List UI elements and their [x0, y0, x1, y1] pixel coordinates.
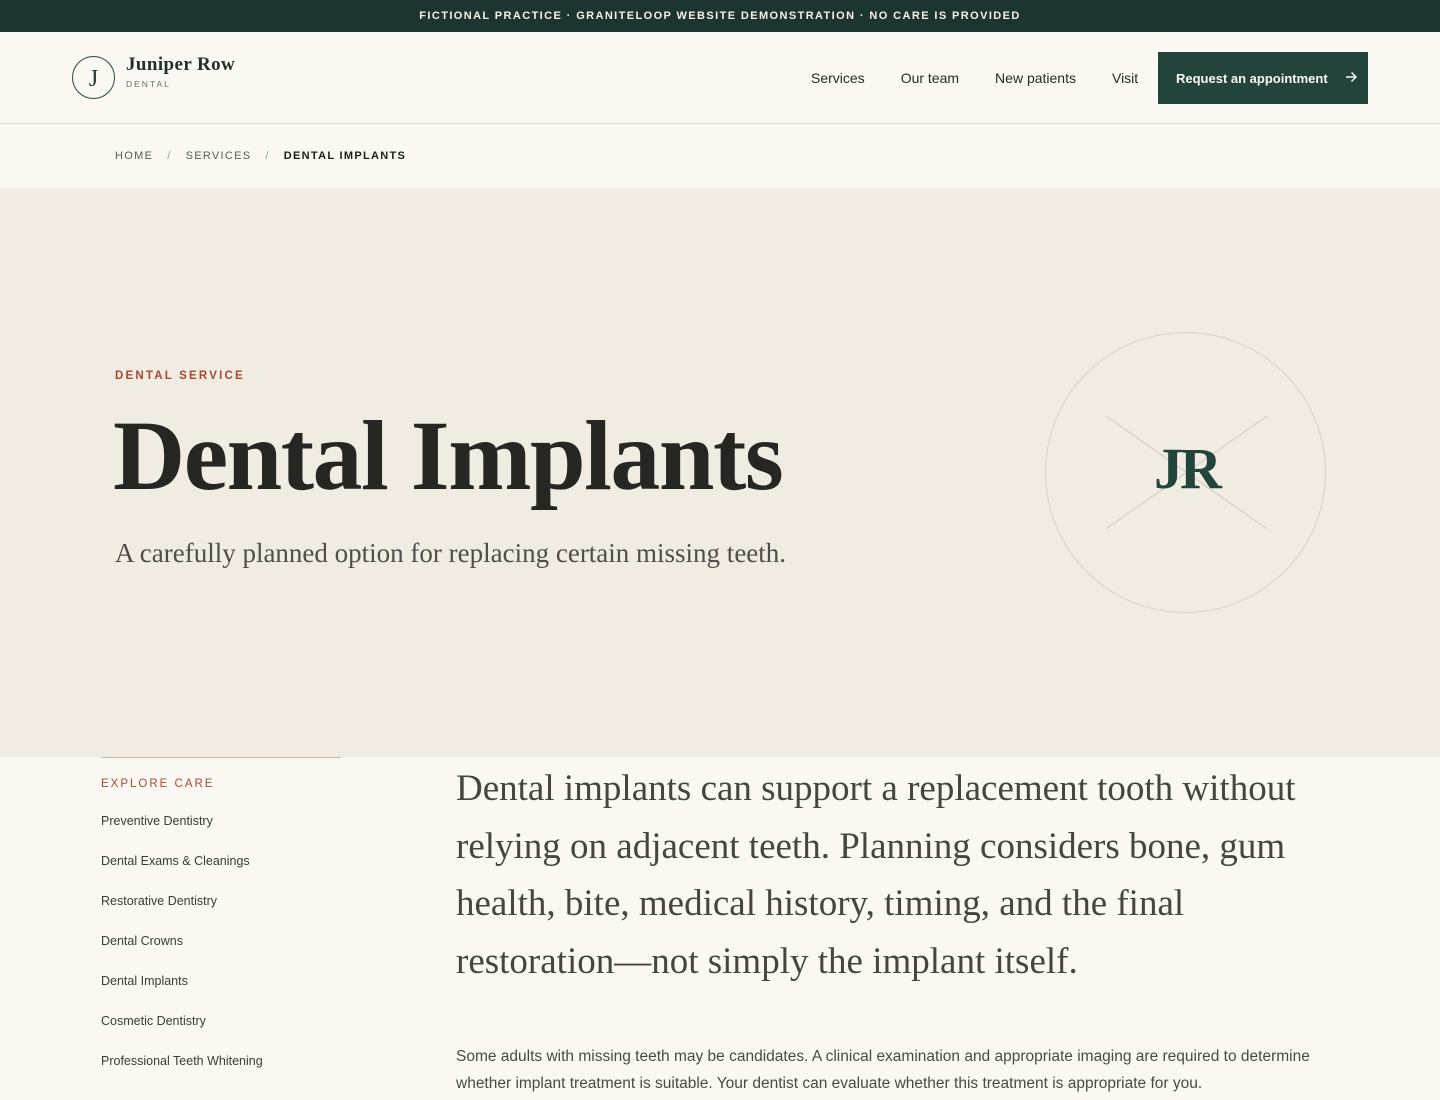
disclaimer-banner: FICTIONAL PRACTICE · GRANITELOOP WEBSITE…: [0, 0, 1440, 32]
breadcrumb: HOME / SERVICES / DENTAL IMPLANTS: [0, 124, 1440, 189]
page-title: Dental Implants: [113, 400, 784, 511]
breadcrumb-separator: /: [265, 150, 270, 162]
main-nav: Services Our team New patients Visit: [793, 70, 1156, 86]
nav-link-services[interactable]: Services: [811, 70, 865, 86]
lead-paragraph: Dental implants can support a replacemen…: [456, 768, 1296, 982]
sidebar-item-teeth-whitening[interactable]: Professional Teeth Whitening: [101, 1050, 341, 1090]
logo-subtitle: DENTAL: [126, 79, 171, 89]
badge-monogram: JR: [1154, 436, 1222, 501]
request-appointment-label: Request an appointment: [1176, 70, 1328, 86]
request-appointment-button[interactable]: Request an appointment: [1158, 52, 1368, 104]
breadcrumb-current: DENTAL IMPLANTS: [283, 150, 407, 162]
body-paragraph: Some adults with missing teeth may be ca…: [456, 1048, 1310, 1092]
logo-text: Juniper Row DENTAL: [126, 54, 235, 89]
monogram-badge: JR: [1045, 332, 1326, 613]
site-header: J Juniper Row DENTAL Services Our team N…: [0, 32, 1440, 124]
sidebar-item-cosmetic-dentistry[interactable]: Cosmetic Dentistry: [101, 1010, 341, 1050]
sidebar-item-dental-crowns[interactable]: Dental Crowns: [101, 930, 341, 970]
hero-section: DENTAL SERVICE Dental Implants A careful…: [0, 189, 1440, 757]
hero-subtitle: A carefully planned option for replacing…: [115, 538, 787, 568]
explore-care-sidebar: EXPLORE CARE Preventive Dentistry Dental…: [101, 757, 341, 1090]
sidebar-heading: EXPLORE CARE: [101, 778, 215, 790]
logo-mark: J: [72, 56, 115, 99]
sidebar-item-dental-implants[interactable]: Dental Implants: [101, 970, 341, 1010]
disclaimer-text: FICTIONAL PRACTICE · GRANITELOOP WEBSITE…: [419, 10, 1021, 22]
hero-eyebrow: DENTAL SERVICE: [115, 370, 245, 382]
sidebar-item-preventive-dentistry[interactable]: Preventive Dentistry: [101, 810, 341, 850]
nav-link-new-patients[interactable]: New patients: [995, 70, 1076, 86]
breadcrumb-separator: /: [167, 150, 172, 162]
logo-name: Juniper Row: [126, 54, 236, 75]
nav-link-our-team[interactable]: Our team: [901, 70, 959, 86]
sidebar-item-restorative-dentistry[interactable]: Restorative Dentistry: [101, 890, 341, 930]
nav-link-visit[interactable]: Visit: [1112, 70, 1138, 86]
arrow-right-icon: [1345, 70, 1358, 87]
site-logo[interactable]: J Juniper Row DENTAL: [72, 54, 235, 99]
breadcrumb-home[interactable]: HOME: [115, 150, 153, 162]
breadcrumb-services[interactable]: SERVICES: [186, 150, 252, 162]
sidebar-list: Preventive Dentistry Dental Exams & Clea…: [101, 810, 341, 1090]
sidebar-item-exams-cleanings[interactable]: Dental Exams & Cleanings: [101, 850, 341, 890]
breadcrumb-trail: HOME / SERVICES / DENTAL IMPLANTS: [115, 150, 406, 162]
